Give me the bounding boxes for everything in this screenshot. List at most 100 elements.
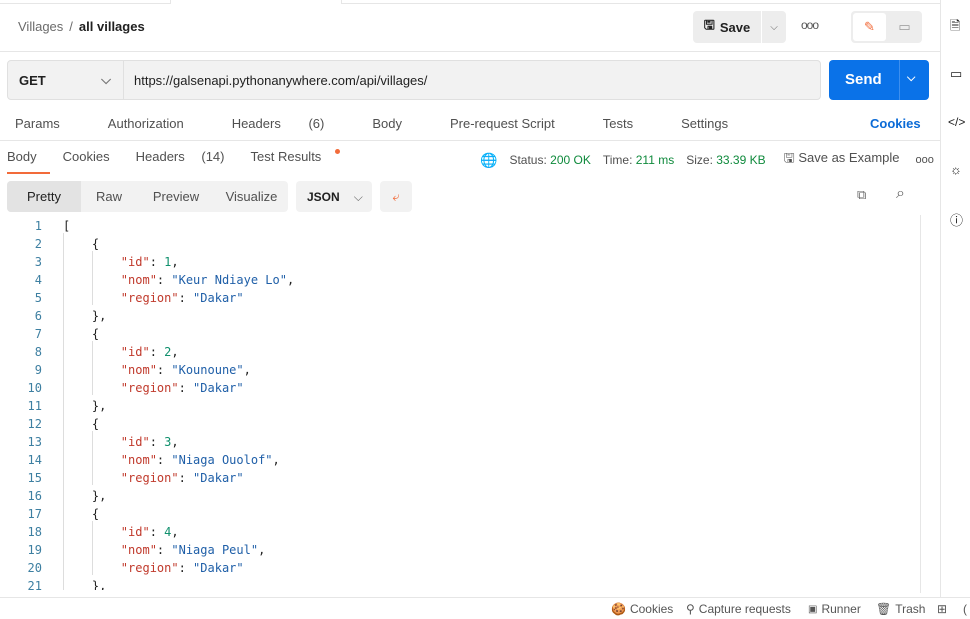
url-input[interactable]: https://galsenapi.pythonanywhere.com/api…	[134, 73, 427, 88]
copy-icon[interactable]: ⧉	[857, 187, 866, 203]
response-status: 🌐 Status: 200 OK Time: 211 ms Size: 33.3…	[480, 149, 934, 171]
breadcrumb-request[interactable]: all villages	[79, 19, 145, 34]
tab-authorization[interactable]: Authorization	[108, 116, 208, 131]
indent-guide	[92, 341, 93, 395]
response-tab-test-results[interactable]: Test Results	[251, 149, 354, 164]
save-icon: 🖫	[703, 17, 715, 32]
line-number: 10	[27, 381, 42, 395]
status-label: Status:	[509, 153, 547, 167]
url-bar: GET ⌵ https://galsenapi.pythonanywhere.co…	[7, 60, 821, 100]
response-tab-headers[interactable]: Headers (14)	[136, 149, 238, 164]
line-number: 9	[34, 363, 42, 377]
wrap-lines-button[interactable]: ⤶	[380, 181, 412, 212]
line-number: 20	[27, 561, 42, 575]
save-as-example-button[interactable]: 🖫 Save as Example	[784, 149, 900, 171]
code-icon[interactable]: </>	[948, 115, 965, 129]
save-dropdown-button[interactable]: ⌵	[762, 11, 786, 43]
tab-label: Test Results	[250, 149, 322, 164]
footer-trash-label: Trash	[895, 602, 926, 616]
format-select[interactable]: JSON ⌵	[296, 181, 372, 212]
code-line: "id": 1,	[120, 255, 179, 269]
time-label: Time:	[602, 153, 633, 167]
tab-label: Authorization	[107, 116, 184, 131]
code-line: },	[63, 399, 107, 413]
tab-label: Cookies	[62, 149, 110, 164]
divider	[0, 597, 970, 598]
line-number: 12	[27, 417, 42, 431]
code-line: "region": "Dakar"	[120, 291, 244, 305]
request-tabs: Params Authorization Headers (6) Body Pre-re…	[15, 116, 776, 131]
search-icon[interactable]: ⌕	[896, 185, 905, 203]
footer-trash[interactable]: 🗑 Trash	[876, 602, 925, 616]
response-body-editor[interactable]: 1 [2 {3 "id": 1, 4 "nom": "Keur Ndiaye Lo"…	[0, 217, 914, 590]
play-icon: ▣	[808, 603, 818, 615]
line-number: 14	[27, 453, 42, 467]
tab-body[interactable]: Body	[372, 116, 426, 131]
footer-runner-label: Runner	[821, 602, 861, 616]
tab-label: Tests	[602, 116, 634, 131]
view-visualize[interactable]: Visualize	[215, 181, 288, 212]
edit-mode-button[interactable]: ✎	[853, 13, 886, 41]
indent-guide	[92, 251, 93, 305]
documentation-icon[interactable]: 🗎	[950, 17, 960, 39]
info-icon[interactable]: ⓘ	[950, 210, 963, 229]
time-value[interactable]: 211 ms	[636, 153, 674, 167]
footer-capture[interactable]: ⚲ Capture requests	[686, 602, 791, 616]
response-tab-body[interactable]: Body	[7, 149, 50, 164]
code-line: {	[63, 417, 100, 431]
view-pretty[interactable]: Pretty	[7, 181, 81, 212]
more-options-button[interactable]: ooo	[916, 154, 934, 166]
line-number: 4	[34, 273, 42, 287]
tab-label: Body	[7, 149, 37, 164]
view-preview[interactable]: Preview	[137, 181, 215, 212]
indent-guide	[92, 431, 93, 485]
send-button[interactable]: Send ⌵	[829, 60, 929, 100]
save-button[interactable]: 🖫 Save	[693, 11, 761, 43]
size-label: Size:	[686, 153, 713, 167]
tab-label: Settings	[681, 116, 729, 131]
tab-params[interactable]: Params	[15, 116, 84, 131]
line-number: 8	[34, 345, 42, 359]
comments-icon[interactable]: ▭	[950, 66, 962, 82]
notification-dot	[335, 149, 341, 154]
comment-mode-button[interactable]: ▭	[889, 13, 920, 41]
line-number: 19	[27, 543, 42, 557]
footer-runner[interactable]: ▣ Runner	[808, 602, 861, 616]
status-value[interactable]: 200 OK	[550, 153, 591, 167]
line-number: 3	[34, 255, 42, 269]
size-value[interactable]: 33.39 KB	[716, 153, 765, 167]
code-line: "id": 2,	[120, 345, 179, 359]
chevron-down-icon: ⌵	[101, 72, 111, 87]
line-number: 6	[34, 309, 42, 323]
right-sidebar: 🗎 ▭ </> ☼ ⓘ	[940, 0, 970, 597]
more-options-button[interactable]: ooo	[801, 18, 819, 32]
chevron-down-icon[interactable]: ⌵	[907, 72, 915, 85]
scrollbar[interactable]	[914, 215, 926, 593]
cookies-link[interactable]: Cookies	[870, 116, 921, 131]
help-icon[interactable]: (	[963, 602, 967, 616]
divider	[0, 51, 940, 52]
line-number: 15	[27, 471, 42, 485]
code-line: "region": "Dakar"	[120, 561, 244, 575]
breadcrumb-separator: /	[69, 19, 73, 34]
layout-icon[interactable]: ⊞	[937, 602, 947, 616]
response-tab-cookies[interactable]: Cookies	[63, 149, 123, 164]
breadcrumb-collection[interactable]: Villages	[18, 19, 63, 34]
tab-headers[interactable]: Headers (6)	[232, 116, 349, 131]
tab-label: Params	[15, 116, 60, 131]
indent-guide	[63, 233, 64, 590]
tab-settings[interactable]: Settings	[681, 116, 752, 131]
lightbulb-icon[interactable]: ☼	[950, 162, 962, 177]
line-number: 16	[27, 489, 42, 503]
tab-label: Headers	[135, 149, 185, 164]
code-line: },	[63, 579, 107, 590]
globe-icon[interactable]: 🌐	[480, 152, 497, 169]
method-select[interactable]: GET ⌵	[8, 61, 124, 99]
tab-tests[interactable]: Tests	[603, 116, 657, 131]
view-raw[interactable]: Raw	[81, 181, 137, 212]
format-value: JSON	[307, 190, 340, 204]
code-line: {	[63, 327, 100, 341]
tab-pre-request-script[interactable]: Pre-request Script	[450, 116, 579, 131]
code-line: "id": 4,	[120, 525, 179, 539]
footer-cookies[interactable]: 🍪 Cookies	[611, 602, 673, 616]
